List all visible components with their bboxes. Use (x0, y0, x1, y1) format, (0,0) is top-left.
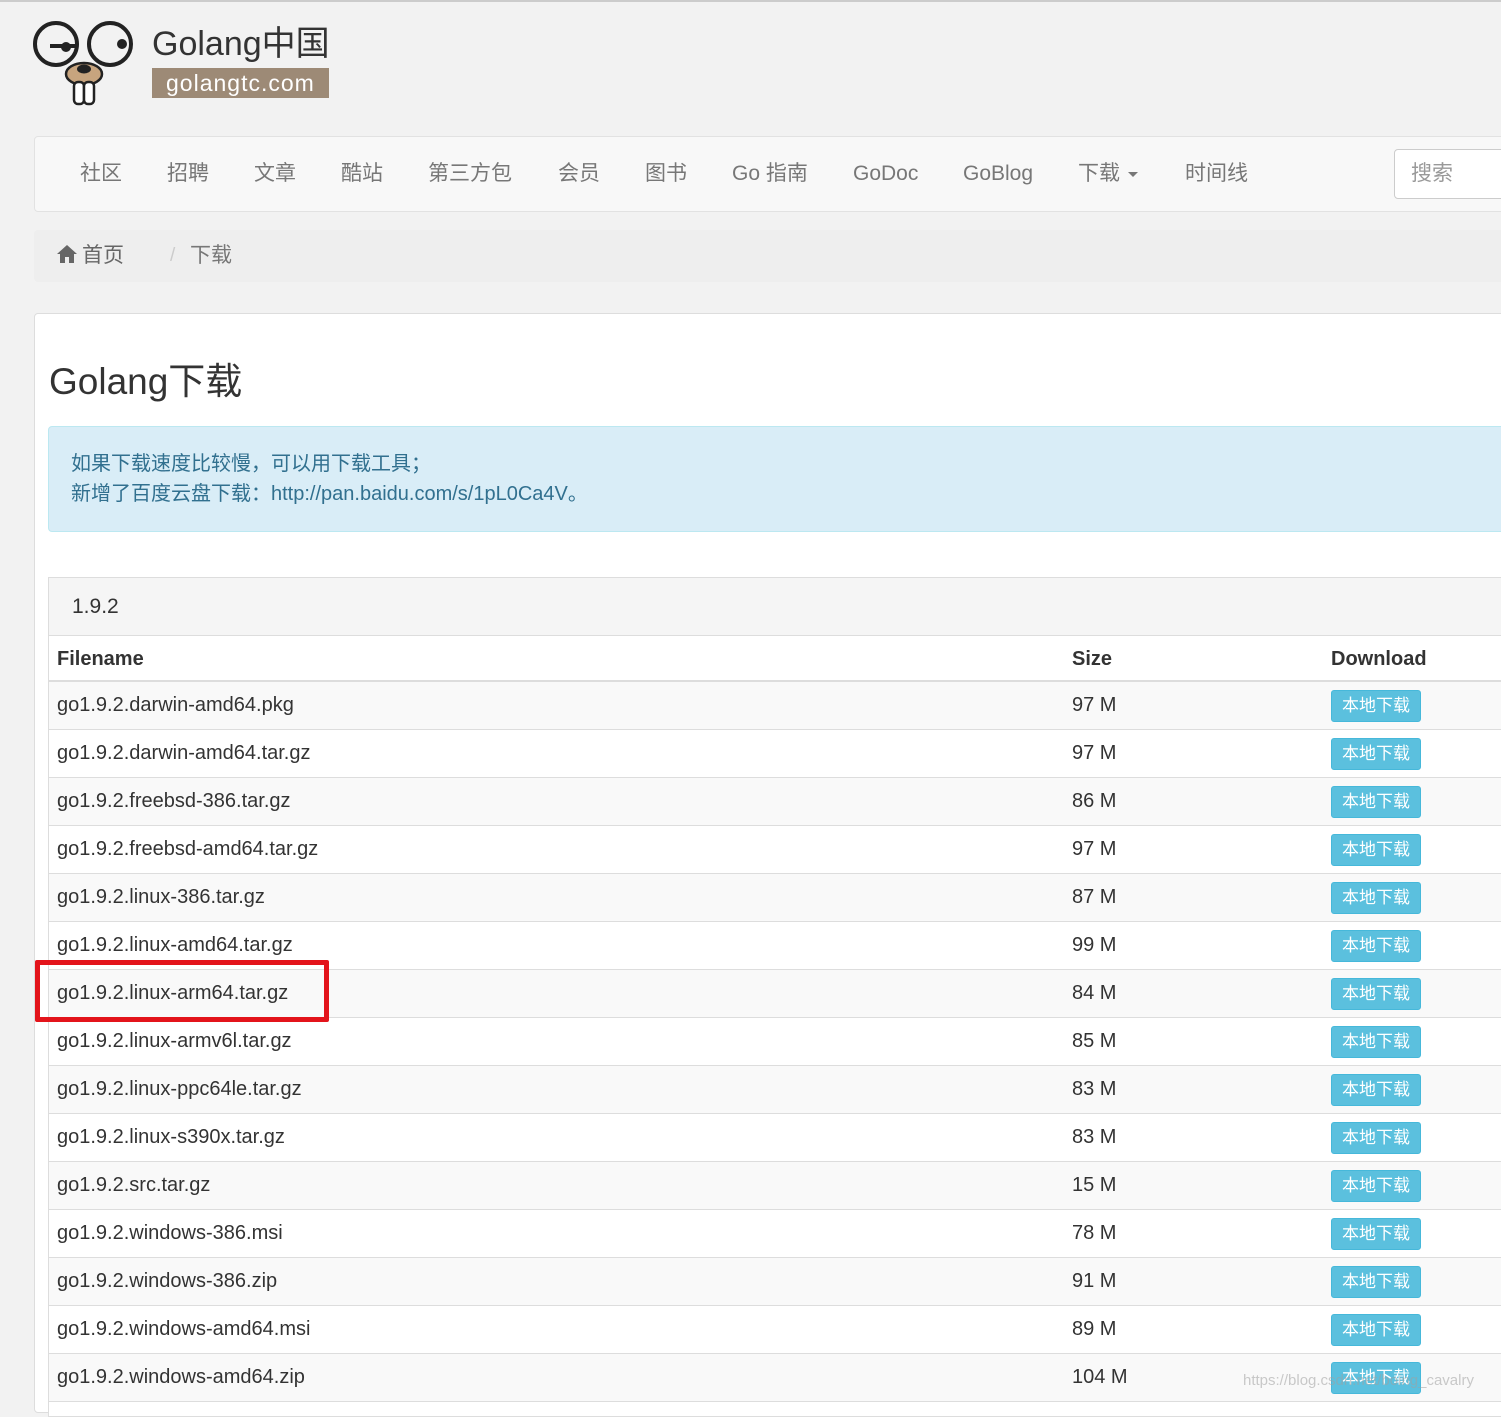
local-download-button[interactable]: 本地下载 (1331, 1074, 1421, 1106)
logo-domain: golangtc.com (152, 68, 329, 98)
table-row: go1.9.2.freebsd-386.tar.gz 86 M 本地下载 (49, 778, 1501, 826)
file-name: go1.9.2.linux-ppc64le.tar.gz (57, 1078, 302, 1100)
main-navbar: 社区 招聘 文章 酷站 第三方包 会员 图书 Go 指南 GoDoc GoBlo… (34, 136, 1501, 212)
nav-item-download-dropdown[interactable]: 下载 (1078, 137, 1138, 211)
file-size: 86 M (1072, 790, 1117, 812)
file-name: go1.9.2.windows-386.msi (57, 1222, 283, 1244)
release-panel: 1.9.2 Filename Size Download go1.9.2.dar… (48, 577, 1501, 1417)
table-row: go1.9.2.src.tar.gz 15 M 本地下载 (49, 1162, 1501, 1210)
local-download-button[interactable]: 本地下载 (1331, 786, 1421, 818)
file-name: go1.9.2.linux-386.tar.gz (57, 886, 265, 908)
file-size: 104 M (1072, 1366, 1128, 1388)
file-name: go1.9.2.linux-s390x.tar.gz (57, 1126, 285, 1148)
local-download-button[interactable]: 本地下载 (1331, 1170, 1421, 1202)
file-name: go1.9.2.windows-386.zip (57, 1270, 278, 1292)
file-size: 83 M (1072, 1078, 1117, 1100)
nav-item-cool-sites[interactable]: 酷站 (341, 137, 383, 211)
nav-item-godoc[interactable]: GoDoc (853, 137, 918, 211)
local-download-button[interactable]: 本地下载 (1331, 1218, 1421, 1250)
file-name: go1.9.2.windows-amd64.zip (57, 1366, 305, 1388)
nav-item-articles[interactable]: 文章 (254, 137, 296, 211)
breadcrumb-current: 下载 (190, 244, 232, 267)
table-row: go1.9.2.linux-ppc64le.tar.gz 83 M 本地下载 (49, 1066, 1501, 1114)
file-size: 85 M (1072, 1030, 1117, 1052)
breadcrumb: 首页 / 下载 (34, 230, 1501, 282)
table-row: go1.9.2.darwin-amd64.pkg 97 M 本地下载 (49, 682, 1501, 730)
page-title: Golang下载 (49, 361, 243, 402)
table-row: go1.9.2.windows-386.msi 78 M 本地下载 (49, 1210, 1501, 1258)
file-size: 91 M (1072, 1270, 1117, 1292)
file-size: 89 M (1072, 1318, 1117, 1340)
local-download-button[interactable]: 本地下载 (1331, 882, 1421, 914)
table-row-highlighted: go1.9.2.linux-arm64.tar.gz 84 M 本地下载 (49, 970, 1501, 1018)
column-header-filename: Filename (57, 648, 144, 670)
file-size: 83 M (1072, 1126, 1117, 1148)
local-download-button[interactable]: 本地下载 (1331, 1266, 1421, 1298)
file-name: go1.9.2.linux-armv6l.tar.gz (57, 1030, 292, 1052)
nav-item-goblog[interactable]: GoBlog (963, 137, 1033, 211)
file-size: 78 M (1072, 1222, 1117, 1244)
search-input[interactable] (1394, 149, 1501, 199)
file-size: 99 M (1072, 934, 1117, 956)
file-name: go1.9.2.src.tar.gz (57, 1174, 211, 1196)
site-logo[interactable]: Golang中国 golangtc.com (30, 16, 350, 112)
local-download-button[interactable]: 本地下载 (1331, 690, 1421, 722)
file-name: go1.9.2.windows-amd64.msi (57, 1318, 311, 1340)
file-name: go1.9.2.linux-arm64.tar.gz (57, 982, 289, 1004)
table-row: go1.9.2.windows-amd64.msi 89 M 本地下载 (49, 1306, 1501, 1354)
table-row: go1.9.2.freebsd-amd64.tar.gz 97 M 本地下载 (49, 826, 1501, 874)
table-row: go1.9.2.linux-amd64.tar.gz 99 M 本地下载 (49, 922, 1501, 970)
release-version: 1.9.2 (72, 595, 119, 618)
column-header-size: Size (1072, 648, 1113, 670)
file-size: 97 M (1072, 694, 1117, 716)
breadcrumb-home-label: 首页 (82, 244, 124, 267)
caret-down-icon (1128, 171, 1138, 177)
info-alert: 如果下载速度比较慢，可以用下载工具； 新增了百度云盘下载：http://pan.… (48, 426, 1501, 532)
watermark-text: https://blog.csdn.net/boing_cavalry (1243, 1372, 1474, 1389)
column-header-download: Download (1331, 648, 1427, 670)
table-row: go1.9.2.windows-386.zip 91 M 本地下载 (49, 1258, 1501, 1306)
local-download-button[interactable]: 本地下载 (1331, 1026, 1421, 1058)
nav-item-jobs[interactable]: 招聘 (167, 137, 209, 211)
table-row: go1.9.2.linux-s390x.tar.gz 83 M 本地下载 (49, 1114, 1501, 1162)
file-name: go1.9.2.darwin-amd64.pkg (57, 694, 294, 716)
nav-item-go-tour[interactable]: Go 指南 (732, 137, 808, 211)
gopher-logo-icon (33, 21, 133, 106)
table-row: go1.9.2.linux-armv6l.tar.gz 85 M 本地下载 (49, 1018, 1501, 1066)
file-size: 97 M (1072, 742, 1117, 764)
file-name: go1.9.2.freebsd-386.tar.gz (57, 790, 291, 812)
nav-item-timeline[interactable]: 时间线 (1185, 137, 1248, 211)
alert-line-download-tool: 如果下载速度比较慢，可以用下载工具； (71, 453, 431, 475)
local-download-button[interactable]: 本地下载 (1331, 1314, 1421, 1346)
local-download-button[interactable]: 本地下载 (1331, 738, 1421, 770)
main-panel: Golang下载 如果下载速度比较慢，可以用下载工具； 新增了百度云盘下载：ht… (34, 313, 1501, 1417)
table-row: go1.9.2.linux-386.tar.gz 87 M 本地下载 (49, 874, 1501, 922)
release-heading: 1.9.2 (49, 578, 1501, 636)
breadcrumb-separator: / (170, 245, 176, 266)
nav-item-community[interactable]: 社区 (80, 137, 122, 211)
nav-item-books[interactable]: 图书 (645, 137, 687, 211)
alert-line-baidu-pan[interactable]: 新增了百度云盘下载：http://pan.baidu.com/s/1pL0Ca4… (71, 479, 1495, 509)
file-size: 97 M (1072, 838, 1117, 860)
file-size: 84 M (1072, 982, 1117, 1004)
local-download-button[interactable]: 本地下载 (1331, 930, 1421, 962)
nav-item-third-party-packages[interactable]: 第三方包 (428, 137, 512, 211)
nav-item-members[interactable]: 会员 (558, 137, 600, 211)
nav-item-download-label: 下载 (1078, 162, 1120, 185)
file-name: go1.9.2.freebsd-amd64.tar.gz (57, 838, 319, 860)
file-name: go1.9.2.darwin-amd64.tar.gz (57, 742, 311, 764)
local-download-button[interactable]: 本地下载 (1331, 978, 1421, 1010)
site-header: Golang中国 golangtc.com (0, 0, 1501, 122)
file-table-body: go1.9.2.darwin-amd64.pkg 97 M 本地下载 go1.9… (49, 682, 1501, 1402)
breadcrumb-home-link[interactable]: 首页 (56, 230, 124, 282)
file-size: 87 M (1072, 886, 1117, 908)
file-name: go1.9.2.linux-amd64.tar.gz (57, 934, 293, 956)
local-download-button[interactable]: 本地下载 (1331, 834, 1421, 866)
local-download-button[interactable]: 本地下载 (1331, 1122, 1421, 1154)
file-size: 15 M (1072, 1174, 1117, 1196)
logo-title: Golang中国 (152, 25, 330, 63)
home-icon (57, 245, 77, 263)
table-row: go1.9.2.darwin-amd64.tar.gz 97 M 本地下载 (49, 730, 1501, 778)
